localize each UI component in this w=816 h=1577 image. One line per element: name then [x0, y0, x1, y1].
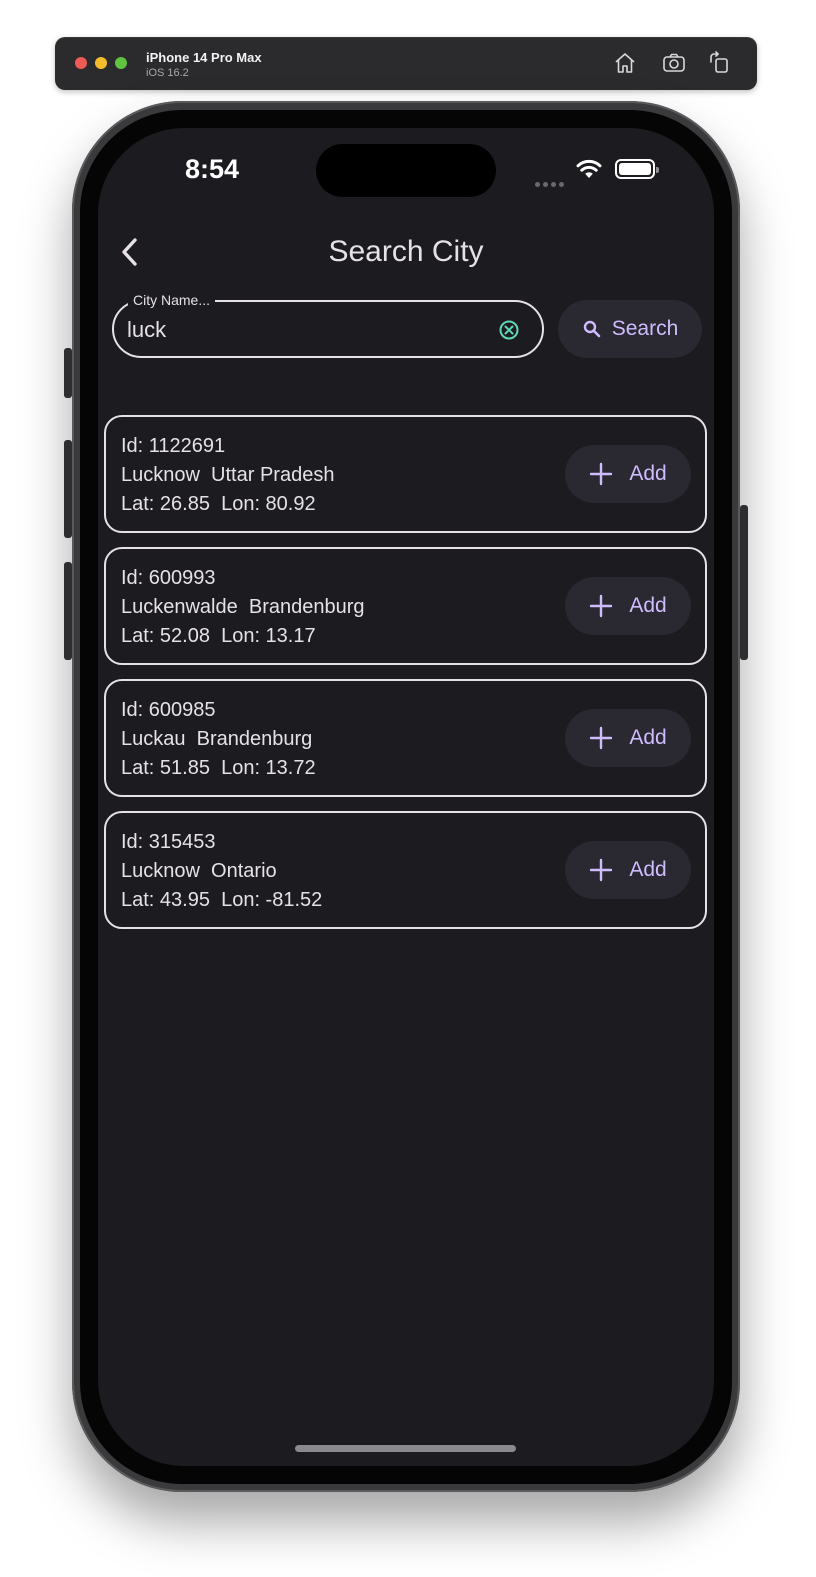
status-time: 8:54	[185, 154, 240, 184]
city-id: Id: 600985	[121, 699, 216, 721]
page-title: Search City	[328, 235, 484, 268]
simulator-title-bar: iPhone 14 Pro Max iOS 16.2	[55, 37, 757, 90]
search-icon	[583, 320, 601, 338]
city-name-label: City Name...	[128, 291, 216, 309]
search-button[interactable]: Search	[558, 300, 702, 358]
app-screen: 8:54 Search City City Name... Search	[98, 128, 714, 1466]
search-button-label: Search	[611, 317, 679, 340]
city-id: Id: 1122691	[121, 435, 226, 457]
add-button-label: Add	[629, 858, 667, 881]
add-city-button[interactable]: Add	[565, 577, 691, 635]
volume-up-button	[64, 440, 72, 538]
volume-down-button	[64, 562, 72, 660]
plus-icon	[590, 462, 613, 486]
city-coordinates: Lat: 51.85 Lon: 13.72	[121, 757, 316, 779]
city-result-card: Id: 1122691 Lucknow Uttar Pradesh Lat: 2…	[104, 415, 707, 533]
plus-icon	[590, 858, 613, 882]
rotate-icon[interactable]	[707, 51, 731, 75]
city-result-card: Id: 315453 Lucknow Ontario Lat: 43.95 Lo…	[104, 811, 707, 929]
minimize-window-button[interactable]	[95, 57, 107, 69]
city-id: Id: 600993	[121, 567, 216, 589]
battery-icon	[615, 159, 659, 179]
city-place: Lucknow Uttar Pradesh	[121, 464, 335, 486]
city-place: Luckau Brandenburg	[121, 728, 313, 750]
clear-circle-icon[interactable]	[498, 319, 520, 341]
back-button[interactable]	[114, 235, 148, 269]
add-city-button[interactable]: Add	[565, 445, 691, 503]
city-coordinates: Lat: 52.08 Lon: 13.17	[121, 625, 316, 647]
wifi-icon	[576, 159, 602, 178]
power-button	[740, 505, 748, 660]
cellular-signal-icon	[535, 174, 567, 192]
city-coordinates: Lat: 26.85 Lon: 80.92	[121, 493, 316, 515]
home-icon[interactable]	[613, 51, 637, 75]
city-result-card: Id: 600993 Luckenwalde Brandenburg Lat: …	[104, 547, 707, 665]
plus-icon	[590, 726, 613, 750]
city-name-field[interactable]: City Name...	[112, 291, 544, 358]
city-id: Id: 315453	[121, 831, 216, 853]
screenshot-icon[interactable]	[662, 51, 686, 75]
add-city-button[interactable]: Add	[565, 841, 691, 899]
dynamic-island	[316, 144, 496, 197]
home-indicator[interactable]	[295, 1445, 516, 1452]
chevron-left-icon	[122, 238, 137, 266]
add-button-label: Add	[629, 726, 667, 749]
city-name-input[interactable]	[127, 316, 487, 344]
os-version: iOS 16.2	[146, 67, 189, 79]
device-name: iPhone 14 Pro Max	[146, 50, 262, 65]
add-button-label: Add	[629, 594, 667, 617]
city-place: Luckenwalde Brandenburg	[121, 596, 365, 618]
action-button	[64, 348, 72, 398]
city-result-card: Id: 600985 Luckau Brandenburg Lat: 51.85…	[104, 679, 707, 797]
zoom-window-button[interactable]	[115, 57, 127, 69]
city-coordinates: Lat: 43.95 Lon: -81.52	[121, 889, 323, 911]
city-place: Lucknow Ontario	[121, 860, 277, 882]
plus-icon	[590, 594, 613, 618]
add-button-label: Add	[629, 462, 667, 485]
add-city-button[interactable]: Add	[565, 709, 691, 767]
close-window-button[interactable]	[75, 57, 87, 69]
